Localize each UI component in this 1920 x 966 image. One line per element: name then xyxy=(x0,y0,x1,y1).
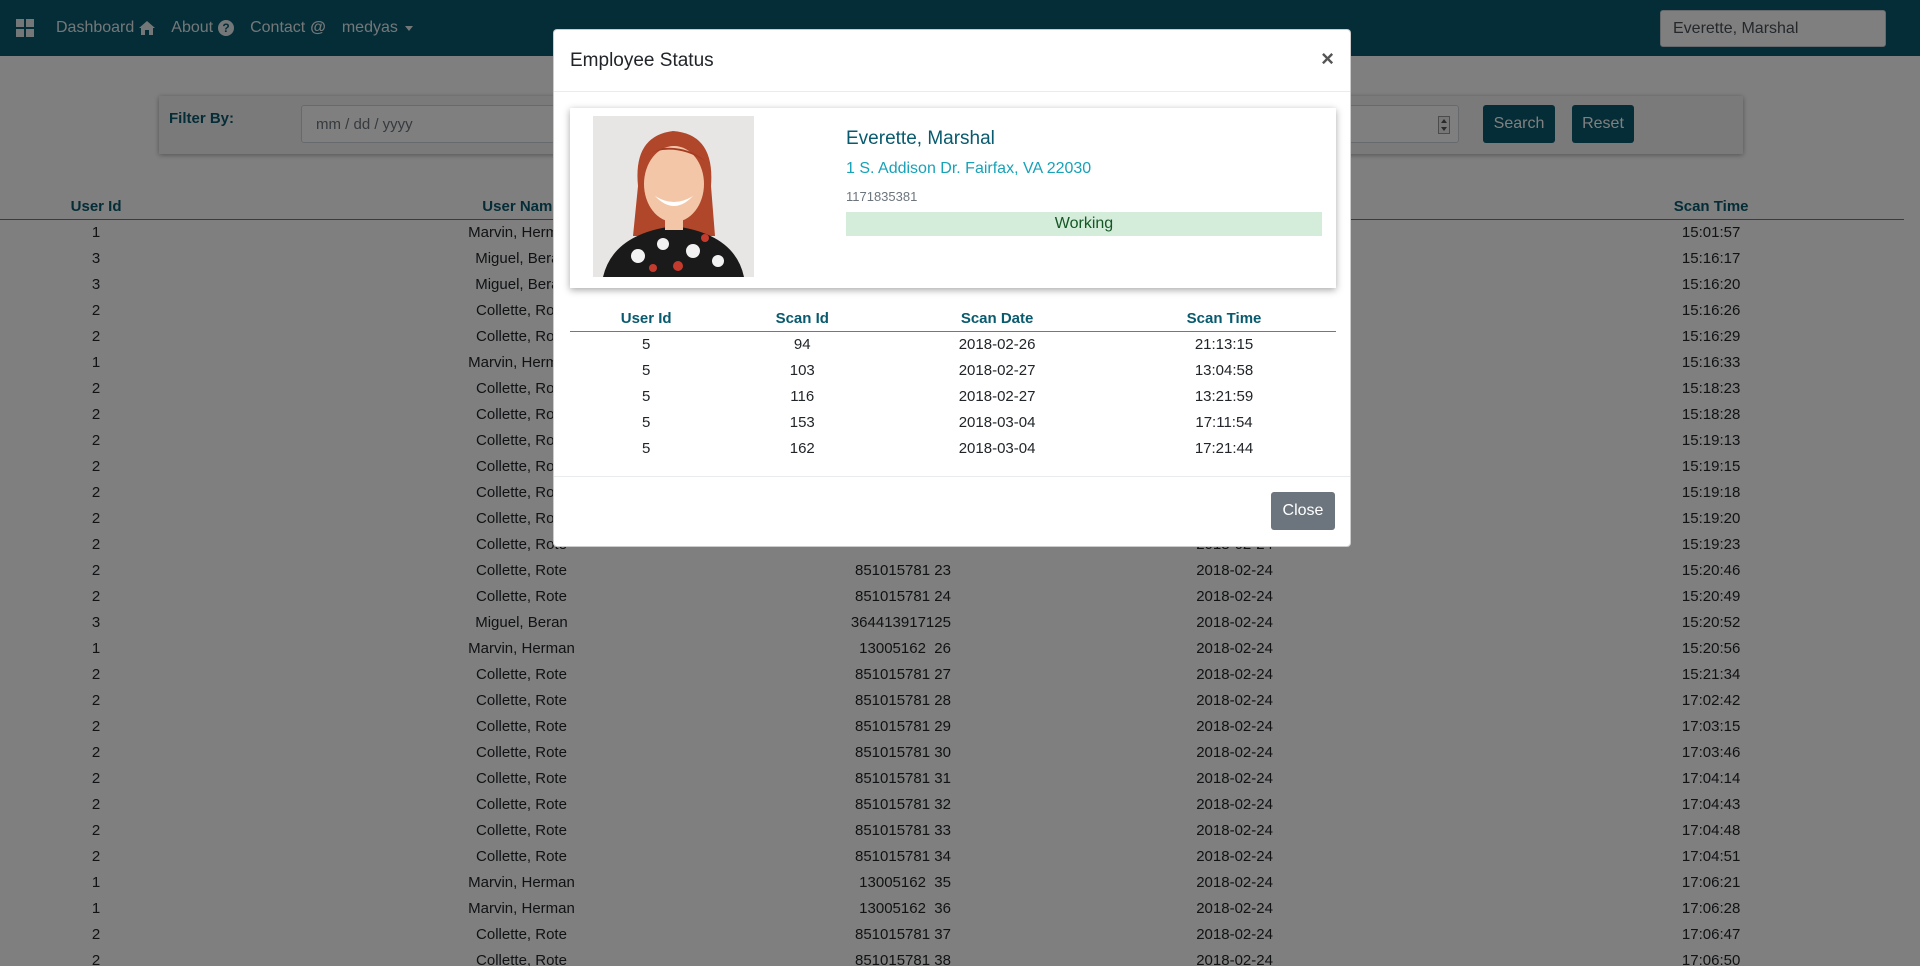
table-cell: 2018-03-04 xyxy=(958,439,1036,457)
table-cell: 5 xyxy=(642,413,651,431)
scan-row: 5 162 2018-03-04 17:21:44 xyxy=(570,435,1336,461)
table-cell: 13:04:58 xyxy=(1194,361,1254,379)
column-header: Scan Date xyxy=(882,307,1113,332)
employee-photo xyxy=(593,116,754,277)
employee-status-modal: Employee Status × Everette, Marshal 1 S.… xyxy=(553,29,1351,547)
table-cell: 103 xyxy=(789,361,815,379)
modal-title: Employee Status xyxy=(570,50,714,71)
employee-card: Everette, Marshal 1 S. Addison Dr. Fairf… xyxy=(570,108,1336,288)
modal-header: Employee Status × xyxy=(554,30,1350,92)
column-header: Scan Id xyxy=(722,307,883,332)
table-cell: 2018-02-27 xyxy=(958,361,1036,379)
close-button[interactable]: Close xyxy=(1271,492,1335,530)
scan-row: 5 116 2018-02-27 13:21:59 xyxy=(570,383,1336,409)
employee-scans-table: User Id Scan Id Scan Date Scan Time 5 94 2018… xyxy=(570,307,1336,461)
table-cell: 2018-02-26 xyxy=(958,335,1036,353)
scan-row: 5 153 2018-03-04 17:11:54 xyxy=(570,409,1336,435)
column-header: User Id xyxy=(570,307,723,332)
employee-id-number: 1171835381 xyxy=(846,189,918,204)
scan-row: 5 103 2018-02-27 13:04:58 xyxy=(570,357,1336,383)
table-cell: 21:13:15 xyxy=(1194,335,1254,353)
table-cell: 17:21:44 xyxy=(1194,439,1254,457)
table-cell: 116 xyxy=(790,387,815,405)
table-cell: 5 xyxy=(642,387,651,405)
table-cell: 2018-02-27 xyxy=(958,387,1036,405)
scan-row: 5 94 2018-02-26 21:13:15 xyxy=(570,331,1336,357)
table-cell: 2018-03-04 xyxy=(958,413,1036,431)
employee-address: 1 S. Addison Dr. Fairfax, VA 22030 xyxy=(846,160,1092,177)
modal-footer: Close xyxy=(554,476,1350,546)
table-cell: 13:21:59 xyxy=(1194,387,1254,405)
table-cell: 5 xyxy=(642,335,651,353)
close-icon[interactable]: × xyxy=(1321,46,1334,72)
employee-name: Everette, Marshal xyxy=(846,128,995,149)
table-cell: 5 xyxy=(642,439,651,457)
table-cell: 5 xyxy=(642,361,651,379)
table-cell: 153 xyxy=(789,413,815,431)
column-header: Scan Time xyxy=(1112,307,1336,332)
status-badge: Working xyxy=(846,212,1322,236)
table-cell: 17:11:54 xyxy=(1195,413,1253,431)
table-cell: 94 xyxy=(793,335,811,353)
table-cell: 162 xyxy=(789,439,815,457)
